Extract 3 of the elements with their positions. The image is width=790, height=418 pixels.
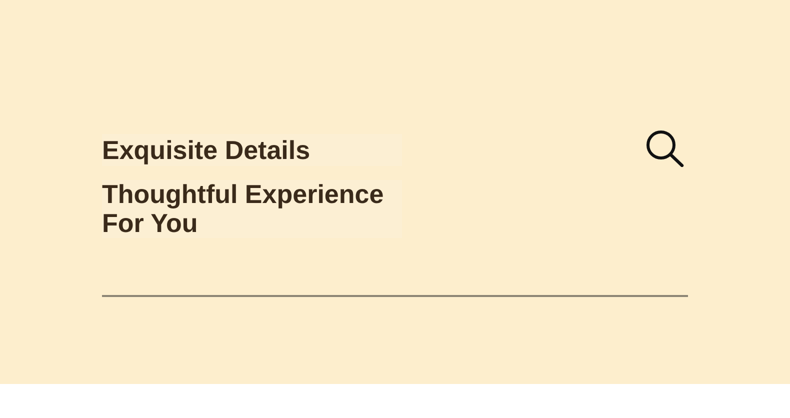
subheading: Thoughtful Experience For You bbox=[102, 180, 402, 238]
search-icon[interactable] bbox=[646, 130, 684, 167]
heading: Exquisite Details bbox=[102, 134, 402, 166]
